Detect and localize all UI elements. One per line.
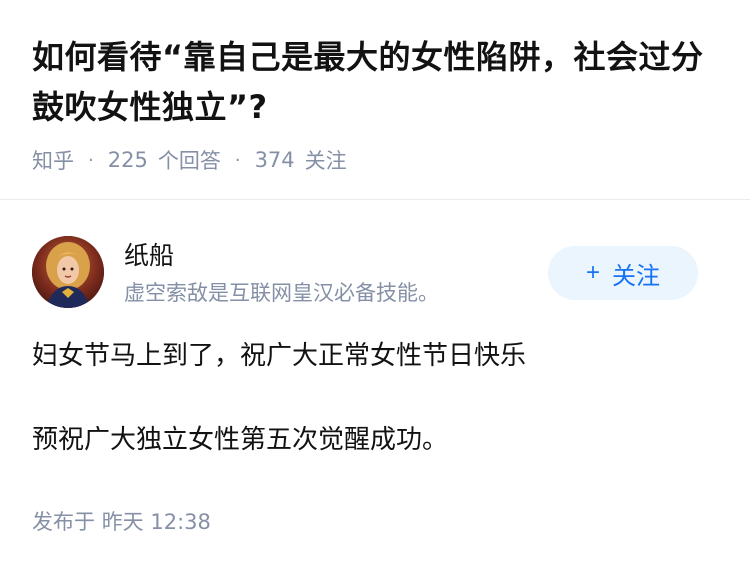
question-meta: 知乎 · 225 个回答 · 374 关注 <box>32 144 722 176</box>
published-time: 昨天 12:38 <box>101 510 211 534</box>
avatar[interactable] <box>32 236 104 308</box>
separator-dot: · <box>88 149 94 171</box>
answer-paragraph: 预祝广大独立女性第五次觉醒成功。 <box>32 425 449 455</box>
answer-page: 如何看待“靠自己是最大的女性陷阱，社会过分鼓吹女性独立”? 知乎 · 225 个… <box>0 0 750 574</box>
followers-count: 374 <box>254 148 295 172</box>
author-bio: 虚空索敌是互联网皇汉必备技能。 <box>124 281 439 305</box>
follow-label: 关注 <box>612 262 660 290</box>
follow-button[interactable]: + 关注 <box>548 246 698 300</box>
plus-icon: + <box>585 259 600 286</box>
published-prefix: 发布于 <box>32 510 95 534</box>
answer-content: 妇女节马上到了，祝广大正常女性节日快乐 预祝广大独立女性第五次觉醒成功。 <box>32 336 722 460</box>
author-card: 纸船 虚空索敌是互联网皇汉必备技能。 + 关注 <box>32 236 702 312</box>
followers-link[interactable]: 关注 <box>305 145 347 175</box>
author-name[interactable]: 纸船 <box>124 240 174 272</box>
answers-link[interactable]: 个回答 <box>158 145 221 175</box>
answer-publish-time: 发布于 昨天 12:38 <box>32 506 211 538</box>
separator-dot: · <box>234 149 241 171</box>
divider <box>0 199 750 200</box>
answers-count: 225 <box>107 148 148 172</box>
question-header: 如何看待“靠自己是最大的女性陷阱，社会过分鼓吹女性独立”? 知乎 · 225 个… <box>32 32 722 176</box>
avatar-image <box>32 236 104 308</box>
source-label[interactable]: 知乎 <box>32 145 74 175</box>
answer-paragraph: 妇女节马上到了，祝广大正常女性节日快乐 <box>32 341 527 371</box>
question-title[interactable]: 如何看待“靠自己是最大的女性陷阱，社会过分鼓吹女性独立”? <box>32 32 722 132</box>
